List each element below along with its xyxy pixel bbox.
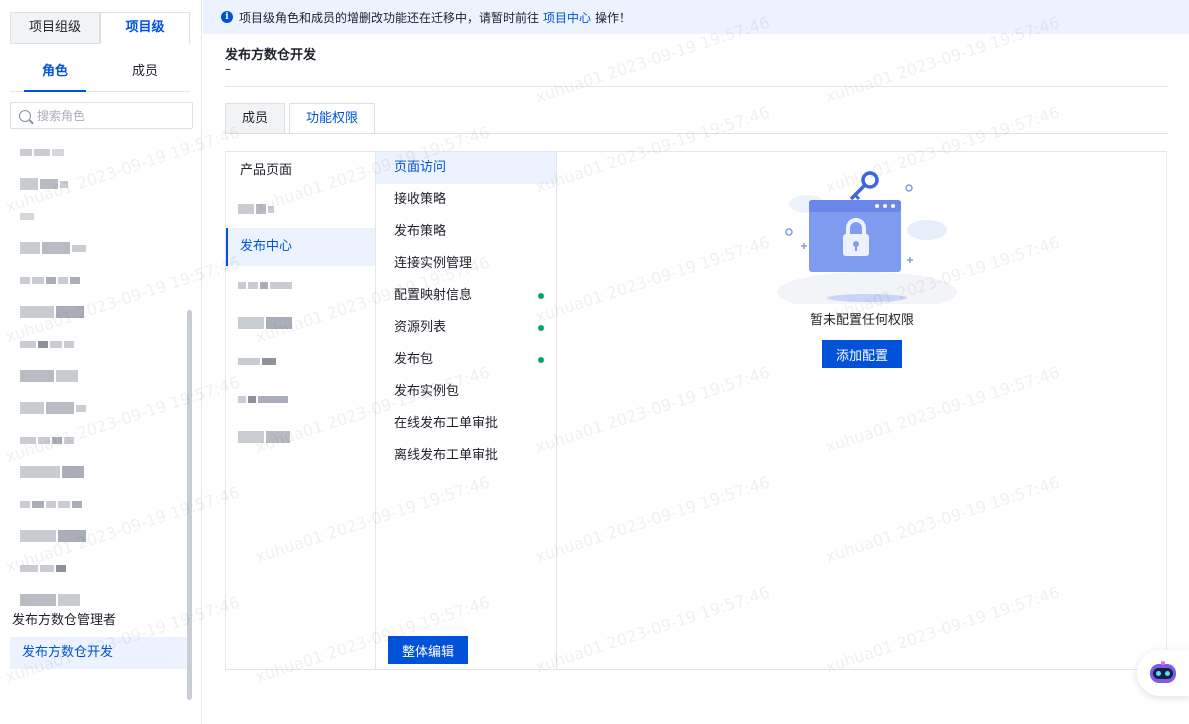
tab-project-level[interactable]: 项目级 [100, 12, 190, 44]
configured-dot-icon [538, 293, 544, 299]
tab-roles[interactable]: 角色 [10, 56, 100, 92]
page-item-mapping-config[interactable]: 配置映射信息 [376, 280, 556, 312]
project-center-link[interactable]: 项目中心 [543, 9, 591, 26]
role-description: – [225, 62, 231, 76]
permission-panel: 产品页面 发布中心 页面访问 接收策略 发布策略 连接实例管理 配置映射信息 资… [225, 151, 1167, 670]
role-item-redacted[interactable] [10, 520, 188, 552]
role-item-redacted[interactable] [10, 488, 188, 520]
role-item-redacted[interactable] [10, 136, 188, 168]
role-item-redacted[interactable] [10, 456, 188, 488]
module-item-redacted[interactable] [226, 304, 375, 342]
page-item-publish-instance-package[interactable]: 发布实例包 [376, 376, 556, 408]
page-item-connection-instances[interactable]: 连接实例管理 [376, 248, 556, 280]
role-search-box [10, 102, 193, 129]
detail-tabs: 成员 功能权限 [225, 103, 379, 134]
role-item-redacted[interactable] [10, 200, 188, 232]
module-item-redacted[interactable] [226, 418, 375, 456]
role-item-redacted[interactable] [10, 296, 188, 328]
page-item-label: 配置映射信息 [394, 288, 473, 303]
tab-members[interactable]: 成员 [225, 103, 286, 134]
module-item-redacted[interactable] [226, 342, 375, 380]
empty-state: 暂未配置任何权限 添加配置 [557, 152, 1167, 669]
banner-text: 项目级角色和成员的增删改功能还在迁移中，请暂时前往 [239, 10, 540, 25]
module-item-redacted[interactable] [226, 380, 375, 418]
locked-window-illustration [777, 171, 957, 304]
add-config-button[interactable]: 添加配置 [822, 340, 902, 368]
empty-state-text: 暂未配置任何权限 [809, 313, 914, 328]
role-item-redacted[interactable] [10, 552, 188, 584]
search-icon [19, 109, 31, 122]
page-item-label: 发布包 [394, 352, 434, 367]
tab-underline [225, 133, 1168, 134]
configured-dot-icon [538, 357, 544, 363]
info-icon: i [221, 11, 233, 23]
tab-project-group-level[interactable]: 项目组级 [10, 12, 100, 44]
banner-text-end: 操作！ [595, 10, 632, 25]
configured-dot-icon [538, 325, 544, 331]
page-item-page-access[interactable]: 页面访问 [376, 152, 556, 184]
sidebar-scrollbar[interactable] [187, 310, 192, 700]
page-column: 页面访问 接收策略 发布策略 连接实例管理 配置映射信息 资源列表 发布包 发布… [376, 152, 557, 669]
page-item-offline-approval[interactable]: 离线发布工单审批 [376, 440, 556, 472]
role-item[interactable]: 发布方数仓管理者 [0, 605, 178, 637]
app-root: 项目组级 项目级 角色 成员 发布方数仓管理 [0, 0, 1189, 724]
module-item-product-pages[interactable]: 产品页面 [226, 152, 375, 190]
role-item-redacted[interactable] [10, 424, 188, 456]
tab-members[interactable]: 成员 [100, 56, 190, 91]
role-item-redacted[interactable] [10, 328, 188, 360]
module-column: 产品页面 发布中心 [226, 152, 376, 669]
role-title: 发布方数仓开发 [225, 48, 317, 63]
module-item-redacted[interactable] [226, 190, 375, 228]
role-item-redacted[interactable] [10, 392, 188, 424]
page-item-publish-package[interactable]: 发布包 [376, 344, 556, 376]
role-search-input[interactable] [37, 108, 177, 123]
page-item-publish-policy[interactable]: 发布策略 [376, 216, 556, 248]
bulk-edit-button[interactable]: 整体编辑 [388, 636, 468, 664]
header-divider [225, 86, 1168, 87]
sub-tabs: 角色 成员 [10, 56, 190, 92]
module-item-redacted[interactable] [226, 266, 375, 304]
page-item-online-approval[interactable]: 在线发布工单审批 [376, 408, 556, 440]
page-item-receive-policy[interactable]: 接收策略 [376, 184, 556, 216]
robot-icon [1150, 661, 1176, 683]
assistant-robot-button[interactable] [1137, 650, 1189, 696]
role-item-redacted[interactable] [10, 264, 188, 296]
tab-function-permissions[interactable]: 功能权限 [289, 103, 376, 134]
page-item-label: 资源列表 [394, 320, 447, 335]
role-sidebar: 项目组级 项目级 角色 成员 发布方数仓管理 [0, 0, 202, 724]
role-item-selected[interactable]: 发布方数仓开发 [10, 637, 188, 669]
migration-notice-banner: i 项目级角色和成员的增删改功能还在迁移中，请暂时前往 项目中心 操作！ [203, 0, 1189, 34]
role-item-redacted[interactable] [10, 168, 188, 200]
scope-tabs: 项目组级 项目级 [10, 12, 190, 44]
role-item-redacted[interactable] [10, 360, 188, 392]
page-item-resource-list[interactable]: 资源列表 [376, 312, 556, 344]
role-item-redacted[interactable] [10, 232, 188, 264]
module-item-publish-center[interactable]: 发布中心 [226, 228, 375, 266]
